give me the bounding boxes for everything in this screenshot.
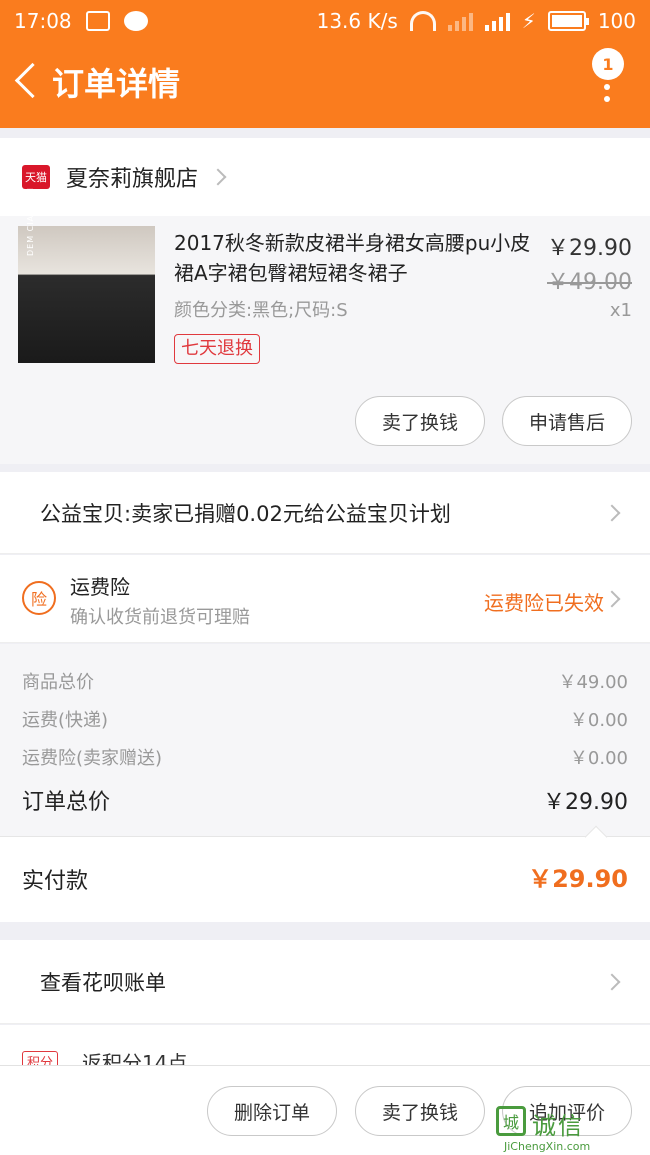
charity-text: 公益宝贝:卖家已捐赠0.02元给公益宝贝计划: [40, 501, 451, 526]
chat-notification-icon: [123, 11, 148, 31]
shipping-fee-value: ￥0.00: [569, 710, 628, 731]
product-attributes: 颜色分类:黑色;尺码:S: [174, 300, 348, 321]
huabei-bill-row[interactable]: 查看花呗账单: [0, 940, 650, 1024]
shop-name: 夏奈莉旗舰店: [66, 167, 199, 192]
product-image[interactable]: DEM CIAVELIN: [18, 187, 155, 363]
wifi-icon: [409, 11, 436, 31]
more-dot-icon: [604, 96, 610, 102]
app-header: 17:08 13.6 K/s ⚡ 100 订单详情 1: [0, 0, 650, 128]
product-original-price: ￥49.00: [547, 270, 632, 295]
points-text: 返积分14点: [82, 1051, 188, 1065]
signal-icon-sim2: [447, 11, 473, 31]
insurance-fee-label: 运费险(卖家赠送): [22, 748, 163, 769]
watermark-logo: 城: [496, 1106, 526, 1136]
chevron-right-icon: [603, 973, 621, 990]
watermark: 城 诚信 JiChengXin.com: [496, 1106, 646, 1154]
after-sales-button[interactable]: 申请售后: [502, 396, 632, 446]
product-card: DEM CIAVELIN 2017秋冬新款皮裙半身裙女高腰pu小皮裙A字裙包臀裙…: [0, 187, 650, 464]
network-speed: 13.6 K/s: [316, 9, 398, 33]
charging-icon: ⚡: [521, 9, 536, 33]
chevron-right-icon: [603, 504, 621, 521]
insurance-subtitle: 确认收货前退货可理赔: [70, 607, 250, 628]
chevron-right-icon: [603, 590, 621, 608]
delete-order-button[interactable]: 删除订单: [207, 1086, 337, 1136]
status-time: 17:08: [14, 9, 72, 33]
insurance-fee-value: ￥0.00: [569, 748, 628, 769]
message-badge: 1: [592, 48, 624, 80]
page-title: 订单详情: [52, 65, 181, 103]
battery-level: 100: [597, 9, 636, 33]
image-notification-icon: [85, 11, 110, 31]
order-total-label: 订单总价: [22, 790, 111, 815]
chevron-right-icon: [209, 168, 227, 186]
points-tag: 积分: [22, 1051, 59, 1065]
bottom-action-bar: 删除订单 卖了换钱 追加评价 城 诚信 JiChengXin.com: [0, 1065, 650, 1155]
shipping-fee-line: 运费(快递) ￥0.00: [22, 706, 628, 732]
order-total-value: ￥29.90: [543, 790, 628, 815]
product-title[interactable]: 2017秋冬新款皮裙半身裙女高腰pu小皮裙A字裙包臀裙短裙冬裙子: [174, 228, 534, 288]
battery-icon: [547, 11, 589, 31]
more-menu-button[interactable]: 1: [590, 48, 630, 108]
product-image-text: DEM CIAVELIN: [26, 187, 35, 256]
watermark-url: JiChengXin.com: [504, 1140, 591, 1153]
shipping-fee-label: 运费(快递): [22, 710, 109, 731]
actual-payment-row: 实付款 ￥29.90: [0, 825, 650, 922]
goods-total-line: 商品总价 ￥49.00: [22, 668, 628, 694]
goods-total-label: 商品总价: [22, 672, 94, 693]
actual-payment-value: ￥29.90: [528, 865, 628, 893]
price-summary: 商品总价 ￥49.00 运费(快递) ￥0.00 运费险(卖家赠送) ￥0.00…: [0, 644, 650, 836]
shop-row[interactable]: 天猫 夏奈莉旗舰店: [0, 138, 650, 216]
product-quantity: x1: [609, 300, 632, 321]
insurance-fee-line: 运费险(卖家赠送) ￥0.00: [22, 744, 628, 770]
status-bar: 17:08 13.6 K/s ⚡ 100: [0, 0, 650, 42]
return-policy-tag: 七天退换: [174, 334, 260, 364]
sell-button[interactable]: 卖了换钱: [355, 396, 485, 446]
product-price: ￥29.90: [547, 236, 632, 261]
shipping-insurance-row[interactable]: 险 运费险 确认收货前退货可理赔 运费险已失效: [0, 555, 650, 643]
insurance-title: 运费险: [70, 575, 130, 599]
actual-payment-label: 实付款: [22, 869, 89, 894]
points-row: 积分 返积分14点: [0, 1025, 650, 1065]
order-total-line: 订单总价 ￥29.90: [22, 784, 628, 816]
nav-bar: 订单详情 1: [0, 42, 650, 122]
signal-icon-sim1: [484, 11, 510, 31]
watermark-brand: 诚信: [532, 1112, 584, 1140]
sell-again-button[interactable]: 卖了换钱: [355, 1086, 485, 1136]
goods-total-value: ￥49.00: [558, 672, 628, 693]
more-dot-icon: [604, 84, 610, 90]
insurance-status: 运费险已失效: [484, 591, 604, 615]
charity-row[interactable]: 公益宝贝:卖家已捐赠0.02元给公益宝贝计划: [0, 472, 650, 554]
back-icon[interactable]: [8, 42, 52, 122]
insurance-icon: 险: [22, 581, 56, 615]
tmall-logo: 天猫: [22, 165, 50, 189]
huabei-bill-text: 查看花呗账单: [40, 970, 166, 995]
